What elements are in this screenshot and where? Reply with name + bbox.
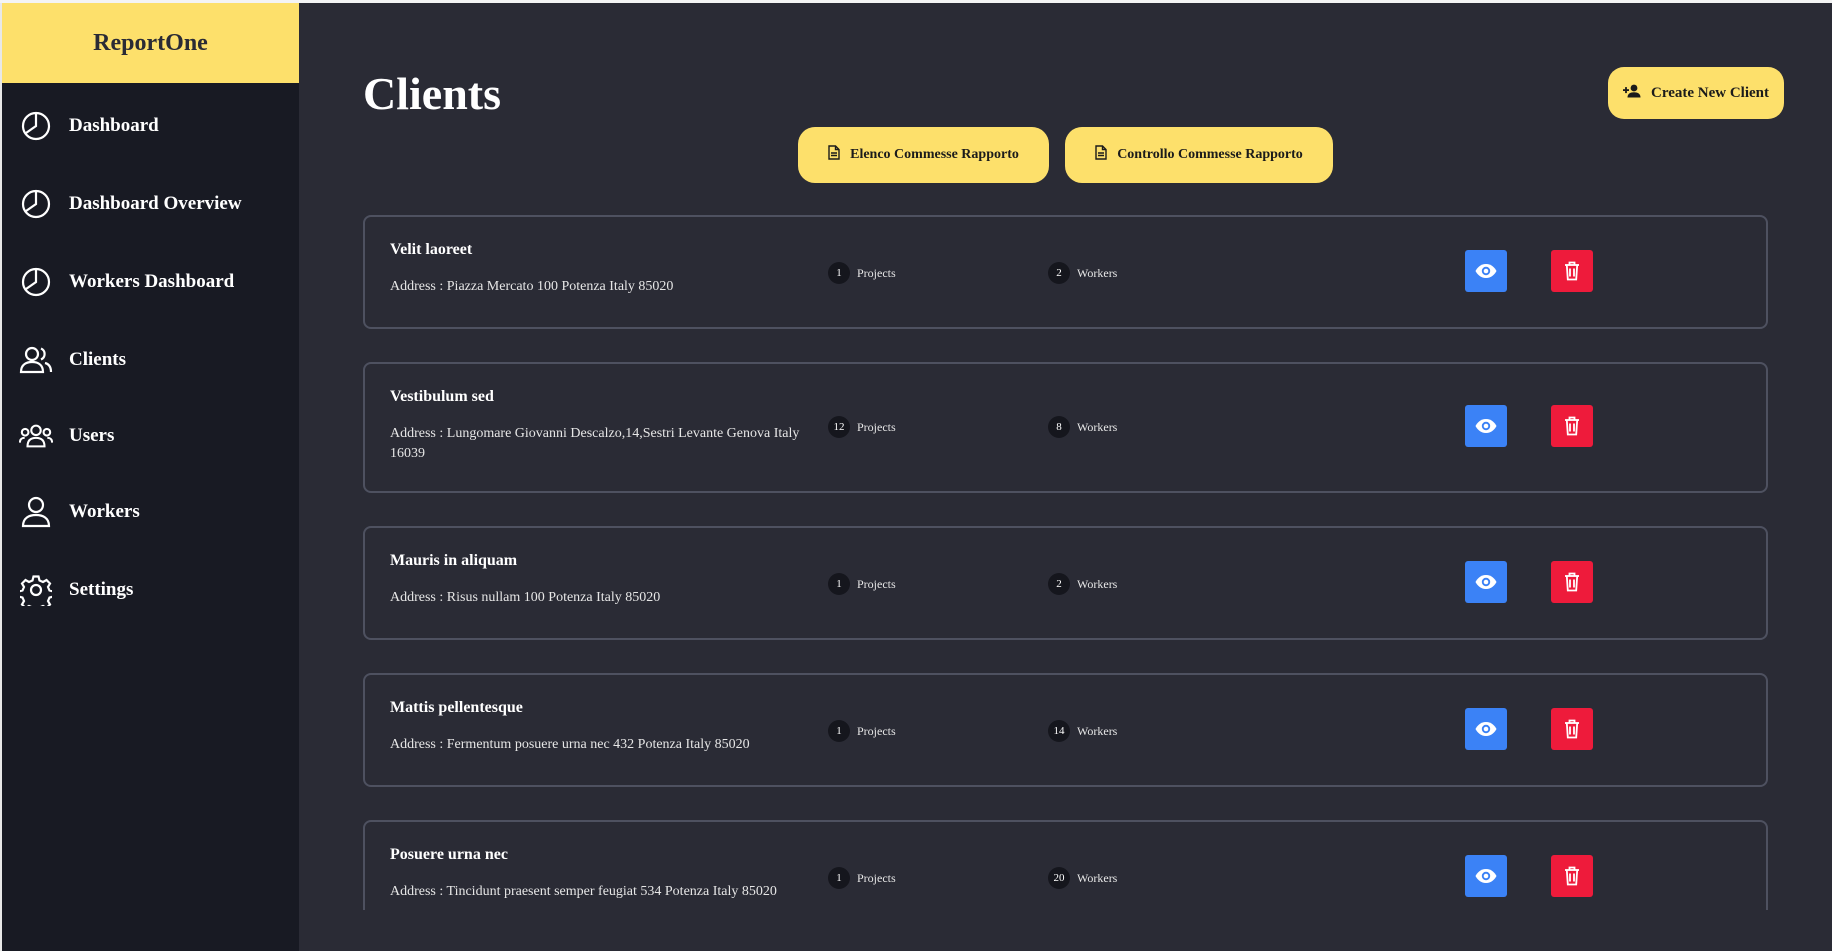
view-client-button[interactable] bbox=[1465, 405, 1507, 447]
sidebar-item-label: Clients bbox=[69, 349, 126, 370]
eye-icon bbox=[1475, 419, 1497, 433]
users-icon bbox=[19, 343, 53, 377]
trash-icon bbox=[1565, 866, 1579, 886]
client-name: Posuere urna nec bbox=[390, 846, 508, 863]
main-content: Clients Create New Client Elenco Commess… bbox=[299, 3, 1832, 951]
sidebar-item-dashboard-overview[interactable]: Dashboard Overview bbox=[2, 176, 299, 232]
workers-stat: 2 Workers bbox=[1048, 573, 1117, 595]
projects-label: Projects bbox=[857, 265, 896, 280]
client-card: Vestibulum sed Address : Lungomare Giova… bbox=[363, 362, 1768, 493]
workers-label: Workers bbox=[1077, 419, 1118, 434]
sidebar-item-label: Workers bbox=[69, 501, 140, 522]
workers-count: 8 bbox=[1048, 416, 1070, 438]
sidebar-item-users[interactable]: Users bbox=[2, 408, 299, 464]
client-card: Mauris in aliquam Address : Risus nullam… bbox=[363, 526, 1768, 640]
gear-icon bbox=[19, 573, 53, 607]
client-address: Address : Tincidunt praesent semper feug… bbox=[390, 884, 777, 899]
delete-client-button[interactable] bbox=[1551, 855, 1593, 897]
client-card: Posuere urna nec Address : Tincidunt pra… bbox=[363, 820, 1768, 910]
pie-chart-icon bbox=[19, 109, 53, 143]
brand-logo[interactable]: ReportOne bbox=[2, 3, 299, 83]
delete-client-button[interactable] bbox=[1551, 561, 1593, 603]
projects-label: Projects bbox=[857, 576, 896, 591]
workers-count: 2 bbox=[1048, 262, 1070, 284]
view-client-button[interactable] bbox=[1465, 855, 1507, 897]
client-address: Address : Fermentum posuere urna nec 432… bbox=[390, 737, 750, 752]
client-address: Address : Piazza Mercato 100 Potenza Ita… bbox=[390, 279, 674, 294]
trash-icon bbox=[1565, 416, 1579, 436]
eye-icon bbox=[1475, 722, 1497, 736]
sidebar-item-workers-dashboard[interactable]: Workers Dashboard bbox=[2, 254, 299, 310]
trash-icon bbox=[1565, 572, 1579, 592]
sidebar-item-label: Workers Dashboard bbox=[69, 271, 235, 292]
pie-chart-icon bbox=[19, 187, 53, 221]
client-name: Mauris in aliquam bbox=[390, 552, 518, 569]
projects-label: Projects bbox=[857, 723, 896, 738]
user-group-icon bbox=[19, 419, 53, 453]
eye-icon bbox=[1475, 575, 1497, 589]
sidebar-item-dashboard[interactable]: Dashboard bbox=[2, 98, 299, 154]
workers-count: 2 bbox=[1048, 573, 1070, 595]
projects-stat: 1 Projects bbox=[828, 573, 896, 595]
delete-client-button[interactable] bbox=[1551, 250, 1593, 292]
sidebar-item-label: Settings bbox=[69, 579, 134, 600]
projects-count: 1 bbox=[828, 262, 850, 284]
delete-client-button[interactable] bbox=[1551, 405, 1593, 447]
workers-label: Workers bbox=[1077, 265, 1118, 280]
sidebar: ReportOne Dashboard Dashboard Overview W… bbox=[0, 3, 299, 951]
delete-client-button[interactable] bbox=[1551, 708, 1593, 750]
projects-stat: 1 Projects bbox=[828, 867, 896, 889]
trash-icon bbox=[1565, 261, 1579, 281]
sidebar-item-workers[interactable]: Workers bbox=[2, 484, 299, 540]
client-name: Mattis pellentesque bbox=[390, 699, 523, 716]
projects-count: 1 bbox=[828, 720, 850, 742]
eye-icon bbox=[1475, 264, 1497, 278]
client-card: Velit laoreet Address : Piazza Mercato 1… bbox=[363, 215, 1768, 329]
client-list: Velit laoreet Address : Piazza Mercato 1… bbox=[299, 3, 1832, 910]
projects-label: Projects bbox=[857, 870, 896, 885]
workers-stat: 20 Workers bbox=[1048, 867, 1117, 889]
projects-stat: 1 Projects bbox=[828, 262, 896, 284]
workers-stat: 8 Workers bbox=[1048, 416, 1117, 438]
view-client-button[interactable] bbox=[1465, 561, 1507, 603]
view-client-button[interactable] bbox=[1465, 250, 1507, 292]
workers-stat: 2 Workers bbox=[1048, 262, 1117, 284]
client-address: Address : Risus nullam 100 Potenza Italy… bbox=[390, 590, 661, 605]
view-client-button[interactable] bbox=[1465, 708, 1507, 750]
workers-count: 14 bbox=[1048, 720, 1070, 742]
workers-label: Workers bbox=[1077, 576, 1118, 591]
eye-icon bbox=[1475, 869, 1497, 883]
projects-count: 1 bbox=[828, 573, 850, 595]
workers-stat: 14 Workers bbox=[1048, 720, 1117, 742]
sidebar-item-label: Dashboard bbox=[69, 115, 159, 136]
workers-count: 20 bbox=[1048, 867, 1070, 889]
sidebar-item-label: Dashboard Overview bbox=[69, 193, 242, 214]
projects-count: 12 bbox=[828, 416, 850, 438]
projects-stat: 1 Projects bbox=[828, 720, 896, 742]
pie-chart-icon bbox=[19, 265, 53, 299]
sidebar-item-clients[interactable]: Clients bbox=[2, 332, 299, 388]
client-name: Vestibulum sed bbox=[390, 388, 494, 405]
client-card: Mattis pellentesque Address : Fermentum … bbox=[363, 673, 1768, 787]
projects-count: 1 bbox=[828, 867, 850, 889]
sidebar-item-label: Users bbox=[69, 425, 115, 446]
workers-label: Workers bbox=[1077, 723, 1118, 738]
client-address: Address : Lungomare Giovanni Descalzo,14… bbox=[390, 426, 800, 461]
user-icon bbox=[19, 495, 53, 529]
client-name: Velit laoreet bbox=[390, 241, 473, 258]
sidebar-item-settings[interactable]: Settings bbox=[2, 562, 299, 618]
projects-label: Projects bbox=[857, 419, 896, 434]
workers-label: Workers bbox=[1077, 870, 1118, 885]
projects-stat: 12 Projects bbox=[828, 416, 896, 438]
trash-icon bbox=[1565, 719, 1579, 739]
